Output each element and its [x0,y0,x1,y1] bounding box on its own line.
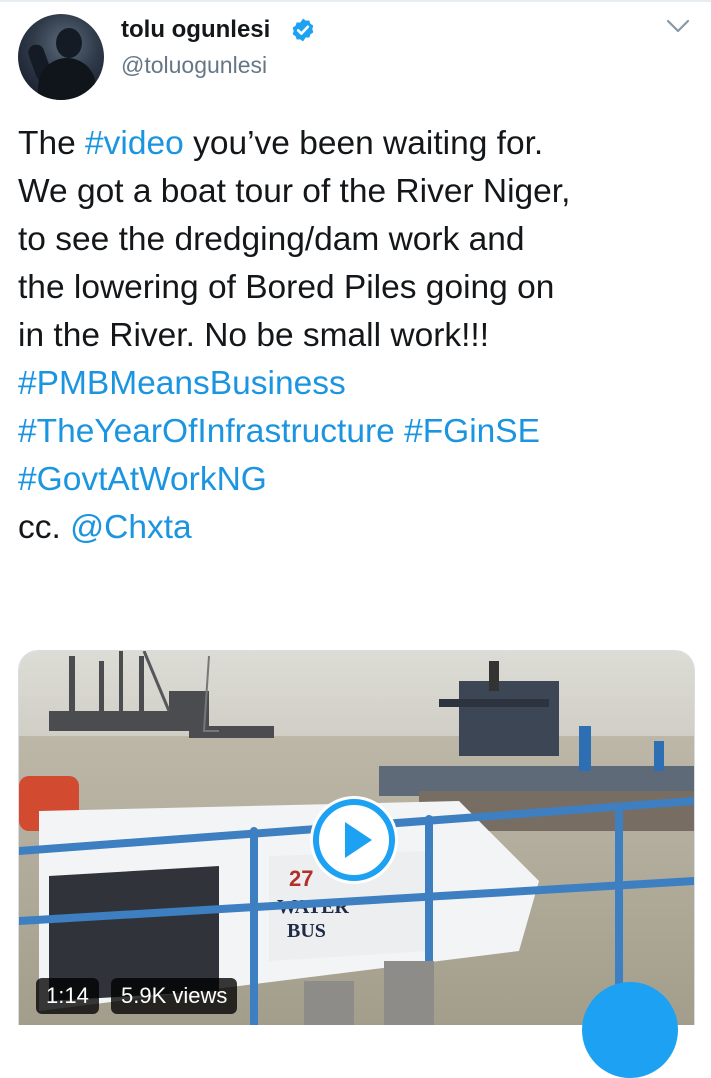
hashtag-link[interactable]: #FGinSE [404,413,540,450]
play-icon[interactable] [308,794,400,886]
mention-link[interactable]: @Chxta [70,509,192,546]
hashtag-link[interactable]: #GovtAtWorkNG [18,461,267,498]
verified-badge-icon [292,18,314,42]
top-divider [0,0,711,10]
tweet-line: #PMBMeansBusiness [18,360,708,408]
video-duration: 1:14 [36,978,99,1014]
tweet-text-segment: cc. [18,509,71,546]
avatar[interactable] [18,14,104,100]
tweet-line: #GovtAtWorkNG [18,456,708,504]
hashtag-link[interactable]: #TheYearOfInfrastructure [18,413,395,450]
tweet-text-segment: We got a boat tour of the River Niger, [18,173,571,210]
chevron-down-icon[interactable] [666,18,690,34]
tweet-text: The #video you’ve been waiting for. We go… [18,120,708,552]
tweet-line: in the River. No be small work!!! [18,312,708,360]
tweet-line: to see the dredging/dam work and [18,216,708,264]
tweet-text-segment: in the River. No be small work!!! [18,317,490,354]
tweet-text-segment: you’ve been waiting for. [183,125,544,162]
tweet-text-segment: The [18,125,86,162]
author-name[interactable]: tolu ogunlesi [121,16,270,44]
hashtag-link[interactable]: #video [85,125,184,162]
author-handle[interactable]: @toluogunlesi [121,52,267,79]
tweet-line: cc. @Chxta [18,504,708,552]
tweet-line: The #video you’ve been waiting for. [18,120,708,168]
tweet-line: We got a boat tour of the River Niger, [18,168,708,216]
boat-label-2: BUS [287,920,326,942]
compose-button[interactable] [582,982,678,1078]
tweet-line: the lowering of Bored Piles going on [18,264,708,312]
tweet-text-segment: the lowering of Bored Piles going on [18,269,555,306]
tweet-text-segment: to see the dredging/dam work and [18,221,525,258]
hashtag-link[interactable]: #PMBMeansBusiness [18,365,346,402]
video-views: 5.9K views [111,978,238,1014]
tweet-line: #TheYearOfInfrastructure #FGinSE [18,408,708,456]
tweet-text-segment [395,413,404,450]
